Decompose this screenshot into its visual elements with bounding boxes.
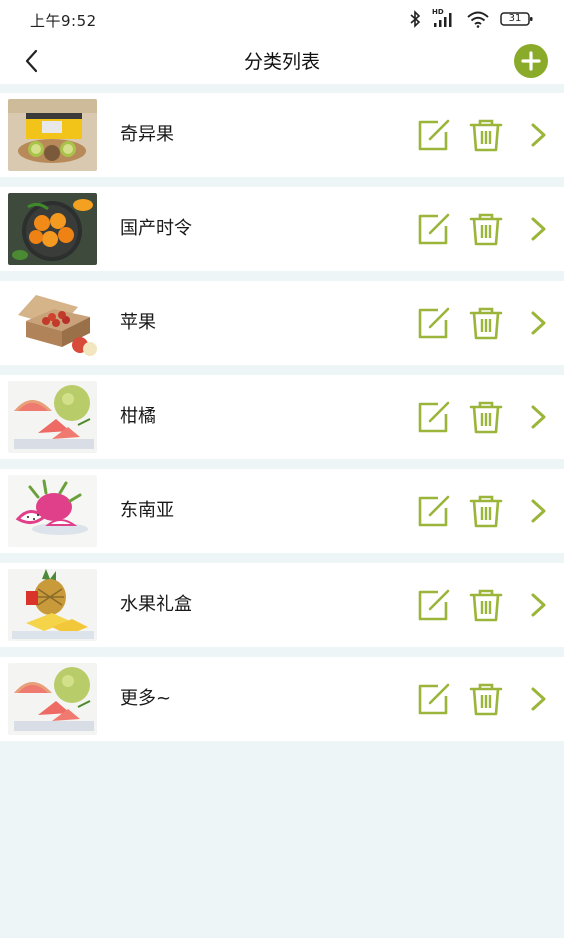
pineapple-image: [8, 569, 97, 641]
battery-level: 31: [508, 13, 522, 24]
category-thumbnail: [8, 287, 97, 359]
category-thumbnail: [8, 193, 97, 265]
edit-icon: [418, 589, 450, 621]
nav-bar: 分类列表: [0, 38, 564, 84]
page-title: 分类列表: [243, 51, 320, 73]
edit-icon: [418, 119, 450, 151]
category-row[interactable]: 柑橘: [0, 375, 564, 459]
pomelo-image: [8, 663, 97, 735]
category-row[interactable]: 苹果: [0, 281, 564, 365]
chevron-right-icon: [531, 405, 546, 429]
chevron-right-icon: [531, 687, 546, 711]
status-bar: 上午9:52 HD 31: [0, 0, 564, 38]
delete-button[interactable]: [468, 117, 504, 153]
chevron-right-icon: [531, 593, 546, 617]
oranges-bowl-image: [8, 193, 97, 265]
category-name: 更多~: [120, 688, 172, 709]
category-name: 奇异果: [120, 124, 174, 145]
delete-button[interactable]: [468, 587, 504, 623]
category-row[interactable]: 更多~: [0, 657, 564, 741]
kiwi-gift-box-image: [8, 99, 97, 171]
edit-button[interactable]: [416, 305, 452, 341]
category-row[interactable]: 水果礼盒: [0, 563, 564, 647]
edit-icon: [418, 495, 450, 527]
open-category-button[interactable]: [522, 211, 558, 247]
category-name: 东南亚: [120, 500, 174, 521]
edit-button[interactable]: [416, 399, 452, 435]
chevron-right-icon: [531, 311, 546, 335]
category-thumbnail: [8, 663, 97, 735]
category-name: 柑橘: [120, 406, 156, 427]
category-name: 水果礼盒: [120, 594, 192, 615]
trash-icon: [469, 401, 503, 434]
edit-button[interactable]: [416, 493, 452, 529]
delete-button[interactable]: [468, 305, 504, 341]
category-thumbnail: [8, 381, 97, 453]
pomelo-image: [8, 381, 97, 453]
category-row[interactable]: 东南亚: [0, 469, 564, 553]
open-category-button[interactable]: [522, 117, 558, 153]
delete-button[interactable]: [468, 493, 504, 529]
plus-icon: [521, 51, 541, 71]
trash-icon: [469, 119, 503, 152]
chevron-right-icon: [531, 499, 546, 523]
edit-button[interactable]: [416, 211, 452, 247]
edit-button[interactable]: [416, 681, 452, 717]
edit-icon: [418, 213, 450, 245]
category-thumbnail: [8, 475, 97, 547]
delete-button[interactable]: [468, 681, 504, 717]
apple-box-image: [8, 287, 97, 359]
category-thumbnail: [8, 569, 97, 641]
category-name: 国产时令: [120, 218, 192, 239]
status-icons: HD 31: [408, 8, 534, 30]
category-row[interactable]: 奇异果: [0, 93, 564, 177]
edit-icon: [418, 401, 450, 433]
trash-icon: [469, 589, 503, 622]
trash-icon: [469, 683, 503, 716]
category-name: 苹果: [120, 312, 156, 333]
category-thumbnail: [8, 99, 97, 171]
dragon-fruit-image: [8, 475, 97, 547]
open-category-button[interactable]: [522, 493, 558, 529]
trash-icon: [469, 307, 503, 340]
edit-button[interactable]: [416, 117, 452, 153]
trash-icon: [469, 495, 503, 528]
open-category-button[interactable]: [522, 305, 558, 341]
open-category-button[interactable]: [522, 399, 558, 435]
chevron-right-icon: [531, 123, 546, 147]
battery-icon: 31: [500, 11, 534, 27]
delete-button[interactable]: [468, 211, 504, 247]
bluetooth-icon: [410, 10, 421, 28]
edit-button[interactable]: [416, 587, 452, 623]
category-row[interactable]: 国产时令: [0, 187, 564, 271]
trash-icon: [469, 213, 503, 246]
open-category-button[interactable]: [522, 587, 558, 623]
add-category-button[interactable]: [514, 44, 548, 78]
delete-button[interactable]: [468, 399, 504, 435]
edit-icon: [418, 307, 450, 339]
chevron-right-icon: [531, 217, 546, 241]
edit-icon: [418, 683, 450, 715]
wifi-icon: [467, 11, 489, 28]
signal-icon: HD: [432, 8, 456, 28]
status-time: 上午9:52: [30, 12, 97, 30]
open-category-button[interactable]: [522, 681, 558, 717]
